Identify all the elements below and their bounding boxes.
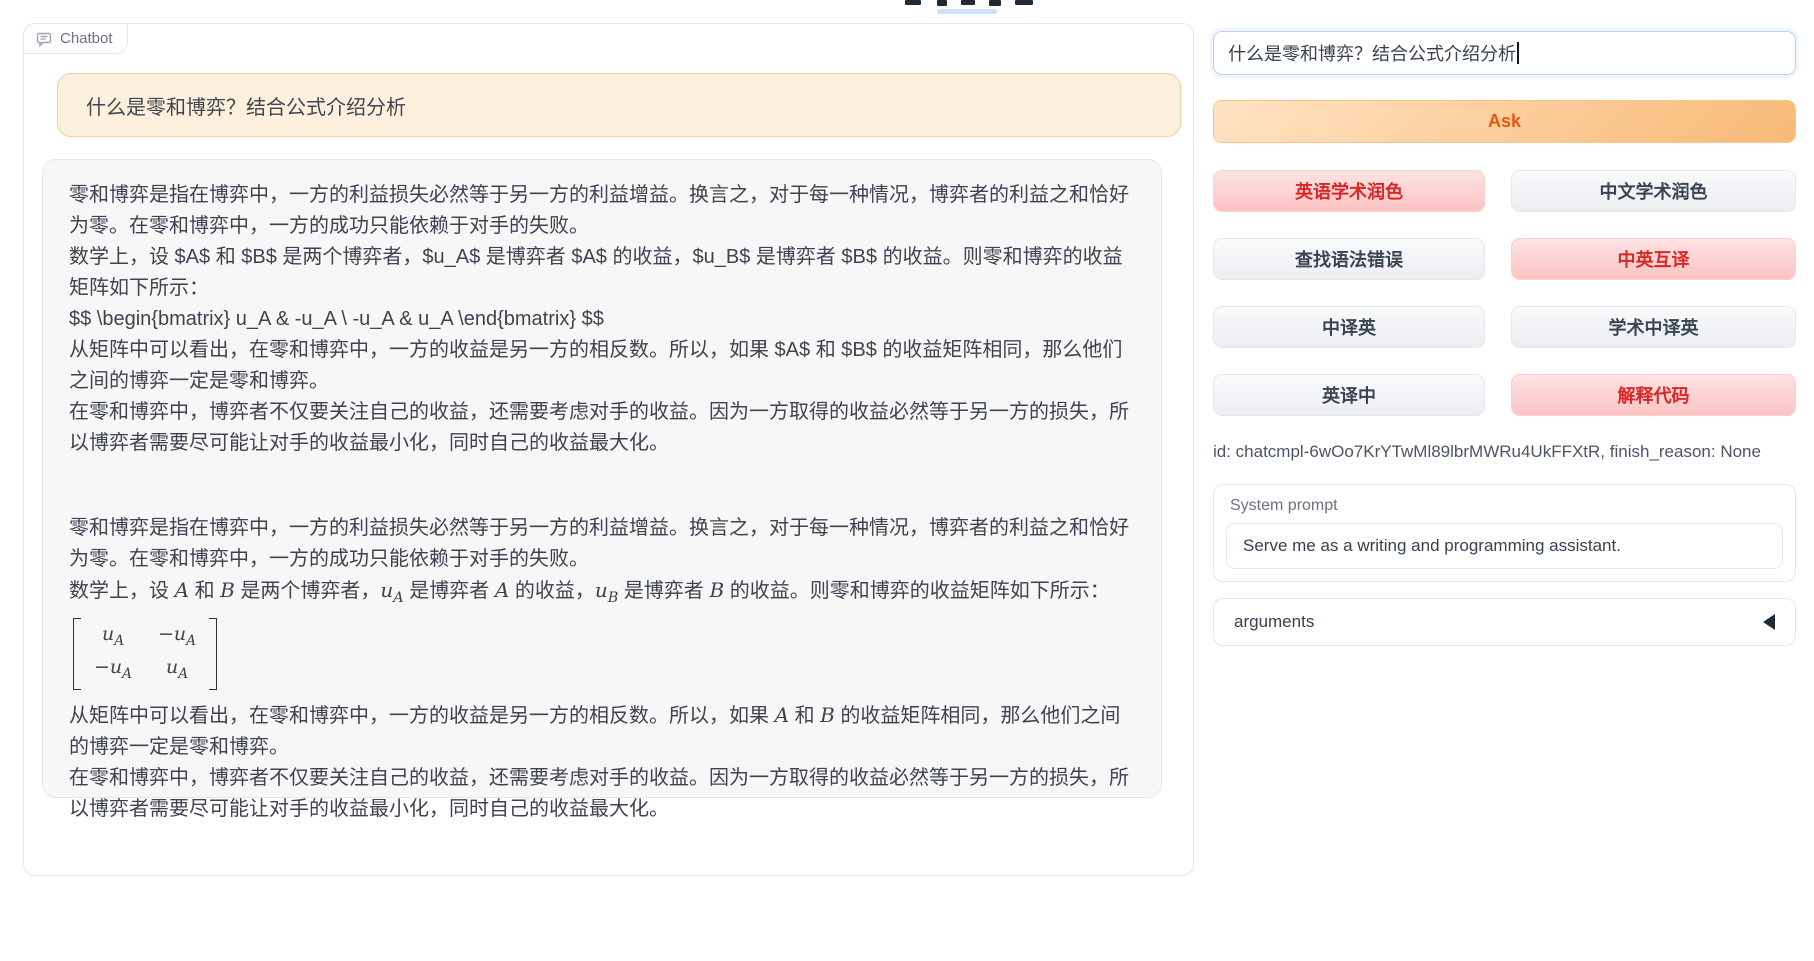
button-english-academic-polish[interactable]: 英语学术润色 [1213, 170, 1485, 212]
chat-message-user: 什么是零和博弈？结合公式介绍分析 [57, 73, 1181, 137]
function-button-grid: 英语学术润色 中文学术润色 查找语法错误 中英互译 中译英 学术中译英 英译中 … [1213, 170, 1796, 416]
button-zh-en-mutual-translate[interactable]: 中英互译 [1511, 238, 1796, 280]
ask-button[interactable]: Ask [1213, 100, 1796, 143]
completion-id-status: id: chatcmpl-6wOo7KrYTwMl89lbrMWRu4UkFFX… [1213, 442, 1796, 462]
button-zh-to-en[interactable]: 中译英 [1213, 306, 1485, 348]
bot-rendered-paragraph-math: 数学上，设 A 和 B 是两个博弈者，uA 是博弈者 A 的收益，uB 是博弈者… [69, 575, 1135, 614]
arguments-accordion-label: arguments [1234, 612, 1314, 632]
app-root: Chatbot 什么是零和博弈？结合公式介绍分析 零和博弈是指在博弈中，一方的利… [0, 0, 1814, 961]
system-prompt-value: Serve me as a writing and programming as… [1243, 536, 1621, 556]
text-caret [1517, 42, 1519, 64]
controls-column: 什么是零和博弈？结合公式介绍分析 Ask 英语学术润色 中文学术润色 查找语法错… [1213, 31, 1796, 646]
bot-raw-markdown: 零和博弈是指在博弈中，一方的利益损失必然等于另一方的利益增益。换言之，对于每一种… [69, 180, 1135, 459]
arguments-accordion[interactable]: arguments [1213, 598, 1796, 646]
ask-button-label: Ask [1488, 111, 1521, 132]
question-input-value: 什么是零和博弈？结合公式介绍分析 [1228, 40, 1516, 66]
bot-raw-paragraph: 在零和博弈中，博弈者不仅要关注自己的收益，还需要考虑对手的收益。因为一方取得的收… [69, 397, 1135, 459]
chatbot-label: Chatbot [23, 23, 128, 54]
button-explain-code[interactable]: 解释代码 [1511, 374, 1796, 416]
user-message-text: 什么是零和博弈？结合公式介绍分析 [86, 91, 406, 120]
chat-bubble-icon [36, 31, 52, 47]
bot-rendered-paragraph-math: 从矩阵中可以看出，在零和博弈中，一方的收益是另一方的相反数。所以，如果 A 和 … [69, 700, 1135, 763]
system-prompt-group: System prompt Serve me as a writing and … [1213, 484, 1796, 582]
bot-rendered-paragraph: 在零和博弈中，博弈者不仅要关注自己的收益，还需要考虑对手的收益。因为一方取得的收… [69, 763, 1135, 825]
button-chinese-academic-polish[interactable]: 中文学术润色 [1511, 170, 1796, 212]
chatbot-label-text: Chatbot [60, 30, 113, 47]
bot-raw-latex-line: $$ \begin{bmatrix} u_A & -u_A \ -u_A & u… [69, 304, 1135, 335]
bot-rendered-paragraph: 零和博弈是指在博弈中，一方的利益损失必然等于另一方的利益增益。换言之，对于每一种… [69, 513, 1135, 575]
accordion-collapsed-arrow-icon [1763, 614, 1775, 630]
payoff-matrix: uA−uA−uAuA [73, 618, 217, 690]
bot-raw-paragraph: 零和博弈是指在博弈中，一方的利益损失必然等于另一方的利益增益。换言之，对于每一种… [69, 180, 1135, 242]
system-prompt-input[interactable]: Serve me as a writing and programming as… [1226, 523, 1783, 569]
cropped-page-title [903, 0, 1043, 14]
button-find-grammar-errors[interactable]: 查找语法错误 [1213, 238, 1485, 280]
bot-raw-paragraph: 从矩阵中可以看出，在零和博弈中，一方的收益是另一方的相反数。所以，如果 $A$ … [69, 335, 1135, 397]
bot-rendered-markdown: 零和博弈是指在博弈中，一方的利益损失必然等于另一方的利益增益。换言之，对于每一种… [69, 513, 1135, 825]
chatbot-panel: Chatbot 什么是零和博弈？结合公式介绍分析 零和博弈是指在博弈中，一方的利… [23, 23, 1194, 876]
button-en-to-zh[interactable]: 英译中 [1213, 374, 1485, 416]
chat-message-bot: 零和博弈是指在博弈中，一方的利益损失必然等于另一方的利益增益。换言之，对于每一种… [42, 159, 1162, 798]
bot-raw-paragraph: 数学上，设 $A$ 和 $B$ 是两个博弈者，$u_A$ 是博弈者 $A$ 的收… [69, 242, 1135, 304]
question-input[interactable]: 什么是零和博弈？结合公式介绍分析 [1213, 31, 1796, 75]
system-prompt-label: System prompt [1230, 497, 1783, 515]
message-gap [69, 459, 1135, 513]
button-academic-zh-to-en[interactable]: 学术中译英 [1511, 306, 1796, 348]
